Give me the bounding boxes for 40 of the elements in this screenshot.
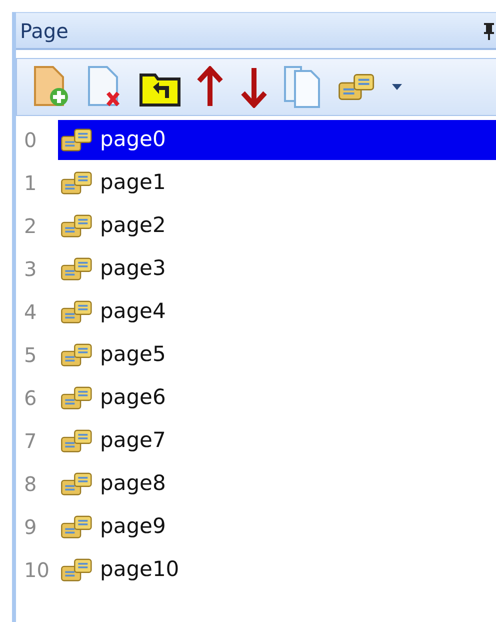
row-number: 9 (23, 514, 38, 540)
pages-icon[interactable] (337, 72, 377, 102)
row-number: 8 (23, 470, 38, 498)
pages-icon (60, 126, 94, 152)
page-item[interactable]: page2 (58, 206, 496, 246)
pages-icon (60, 514, 94, 540)
pages-icon (60, 428, 94, 454)
pages-icon (60, 298, 94, 324)
row-number: 1 (23, 170, 38, 196)
page-item[interactable]: page4 (58, 292, 496, 332)
page-item[interactable]: page6 (58, 378, 496, 418)
up-arrow-icon[interactable] (195, 66, 225, 108)
caret-icon[interactable] (391, 83, 403, 91)
add-page-icon[interactable] (31, 65, 71, 109)
page-item[interactable]: page3 (58, 248, 496, 288)
page-item[interactable]: page7 (58, 420, 496, 460)
row-number: 6 (23, 384, 38, 412)
page-item[interactable]: page9 (58, 506, 496, 546)
pages-icon (60, 256, 94, 282)
row-number: 5 (23, 342, 38, 368)
panel-title: Page (20, 18, 68, 44)
pages-icon (60, 170, 94, 196)
page-item[interactable]: page8 (58, 464, 496, 504)
pages-icon (60, 470, 94, 496)
row-number: 7 (23, 428, 38, 454)
page-item[interactable]: page5 (58, 334, 496, 374)
row-number: 10 (23, 556, 50, 584)
pages-icon (60, 212, 94, 238)
page-item[interactable]: page10 (58, 550, 496, 590)
pages-icon (60, 384, 94, 410)
row-number: 3 (23, 256, 38, 282)
pages-icon (60, 342, 94, 368)
pin-icon[interactable] (482, 22, 496, 40)
pages-icon (60, 556, 94, 582)
row-number: 0 (23, 126, 38, 154)
page-item[interactable]: page0 (58, 120, 496, 160)
row-number: 2 (23, 212, 38, 240)
page-item[interactable]: page1 (58, 162, 496, 202)
row-number: 4 (23, 298, 38, 326)
down-arrow-icon[interactable] (239, 66, 269, 108)
